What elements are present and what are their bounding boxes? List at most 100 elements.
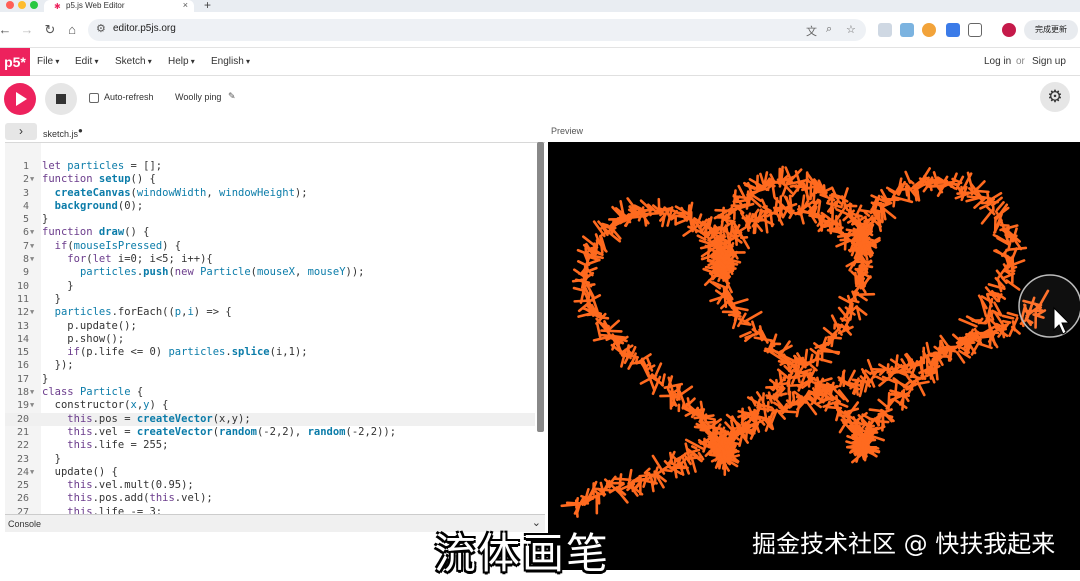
particle-stroke bbox=[909, 385, 915, 386]
settings-gear-icon[interactable]: ⚙ bbox=[1040, 82, 1070, 112]
signup-link[interactable]: Sign up bbox=[1032, 56, 1066, 67]
reload-icon[interactable]: ↻ bbox=[41, 21, 59, 39]
translate-icon[interactable]: 文 bbox=[806, 23, 817, 39]
code-line[interactable]: 10 } bbox=[5, 280, 535, 293]
code-line[interactable]: 5} bbox=[5, 213, 535, 226]
close-tab-icon[interactable]: × bbox=[183, 0, 188, 11]
site-info-icon[interactable]: ⚙ bbox=[96, 22, 106, 35]
code-line[interactable]: 17} bbox=[5, 373, 535, 386]
particle-stroke bbox=[865, 450, 866, 461]
code-text: class Particle { bbox=[42, 386, 143, 399]
extension-icon[interactable] bbox=[878, 23, 892, 37]
code-line[interactable]: 16 }); bbox=[5, 359, 535, 372]
code-text: createCanvas(windowWidth, windowHeight); bbox=[42, 187, 308, 200]
menu-sketch[interactable]: Sketch bbox=[115, 56, 152, 67]
particle-stroke bbox=[708, 260, 713, 261]
particle-stroke bbox=[600, 226, 608, 229]
particle-stroke bbox=[881, 204, 883, 221]
profile-avatar-icon[interactable] bbox=[1002, 23, 1016, 37]
extensions-puzzle-icon[interactable] bbox=[968, 23, 982, 37]
editor-scrollbar[interactable] bbox=[537, 142, 544, 432]
particle-stroke bbox=[945, 183, 958, 185]
code-line[interactable]: 20 this.pos = createVector(x,y); bbox=[5, 413, 535, 426]
code-line[interactable]: 21 this.vel = createVector(random(-2,2),… bbox=[5, 426, 535, 439]
zoom-icon[interactable]: ⌕ bbox=[826, 23, 832, 36]
stop-button[interactable] bbox=[45, 83, 77, 115]
close-window-icon[interactable] bbox=[6, 1, 14, 9]
sketch-name[interactable]: Woolly ping bbox=[175, 92, 221, 102]
extension-icon[interactable] bbox=[922, 23, 936, 37]
minimize-window-icon[interactable] bbox=[18, 1, 26, 9]
code-line[interactable]: 14 p.show(); bbox=[5, 333, 535, 346]
line-number: 26 bbox=[5, 492, 29, 505]
code-line[interactable]: 19▼ constructor(x,y) { bbox=[5, 399, 535, 412]
code-line[interactable]: 15 if(p.life <= 0) particles.splice(i,1)… bbox=[5, 346, 535, 359]
fold-arrow-icon[interactable]: ▼ bbox=[30, 399, 34, 412]
preview-canvas[interactable] bbox=[548, 142, 1080, 570]
code-line[interactable]: 8▼ for(let i=0; i<5; i++){ bbox=[5, 253, 535, 266]
line-number: 8 bbox=[5, 253, 29, 266]
code-line[interactable]: 25 this.vel.mult(0.95); bbox=[5, 479, 535, 492]
fold-arrow-icon[interactable]: ▼ bbox=[30, 466, 34, 479]
play-button[interactable] bbox=[4, 83, 36, 115]
extension-icon[interactable] bbox=[900, 23, 914, 37]
code-line[interactable]: 24▼ update() { bbox=[5, 466, 535, 479]
bookmark-star-icon[interactable]: ☆ bbox=[846, 23, 856, 36]
p5-logo[interactable]: p5* bbox=[0, 48, 30, 76]
login-link[interactable]: Log in bbox=[984, 56, 1011, 67]
extension-icon[interactable] bbox=[946, 23, 960, 37]
home-icon[interactable]: ⌂ bbox=[63, 21, 81, 39]
back-icon[interactable]: ← bbox=[0, 21, 14, 39]
code-editor[interactable]: 1let particles = [];2▼function setup() {… bbox=[5, 142, 545, 514]
forward-icon[interactable]: → bbox=[18, 21, 36, 39]
code-line[interactable]: 26 this.pos.add(this.vel); bbox=[5, 492, 535, 505]
browser-tab[interactable]: ✱ p5.js Web Editor × bbox=[44, 0, 194, 12]
particle-stroke bbox=[832, 338, 833, 346]
code-line[interactable]: 9 particles.push(new Particle(mouseX, mo… bbox=[5, 266, 535, 279]
code-line[interactable]: 1let particles = []; bbox=[5, 160, 535, 173]
edit-pencil-icon[interactable]: ✎ bbox=[228, 91, 236, 102]
menu-file[interactable]: File bbox=[37, 56, 59, 67]
particle-stroke bbox=[599, 317, 608, 318]
maximize-window-icon[interactable] bbox=[30, 1, 38, 9]
particle-stroke bbox=[837, 241, 849, 246]
code-line[interactable]: 18▼class Particle { bbox=[5, 386, 535, 399]
fold-arrow-icon[interactable]: ▼ bbox=[30, 226, 34, 239]
cursor-ring bbox=[1019, 275, 1080, 337]
line-number: 17 bbox=[5, 373, 29, 386]
preview-label: Preview bbox=[551, 126, 583, 136]
file-tab-sketch[interactable]: sketch.js● bbox=[43, 126, 83, 139]
line-number: 7 bbox=[5, 240, 29, 253]
code-line[interactable]: 13 p.update(); bbox=[5, 320, 535, 333]
menu-help[interactable]: Help bbox=[168, 56, 195, 67]
fold-arrow-icon[interactable]: ▼ bbox=[30, 173, 34, 186]
code-line[interactable]: 6▼function draw() { bbox=[5, 226, 535, 239]
sketch-toolbar: Auto-refresh Woolly ping ✎ ⚙ bbox=[0, 77, 1080, 119]
code-line[interactable]: 3 createCanvas(windowWidth, windowHeight… bbox=[5, 187, 535, 200]
fold-arrow-icon[interactable]: ▼ bbox=[30, 306, 34, 319]
video-title-caption: 流体画笔 bbox=[434, 520, 610, 581]
auto-refresh-checkbox[interactable] bbox=[89, 93, 99, 103]
new-tab-icon[interactable]: + bbox=[204, 0, 211, 12]
code-line[interactable]: 22 this.life = 255; bbox=[5, 439, 535, 452]
url-text: editor.p5js.org bbox=[113, 23, 176, 34]
line-number: 24 bbox=[5, 466, 29, 479]
menu-edit[interactable]: Edit bbox=[75, 56, 98, 67]
particle-stroke bbox=[721, 429, 722, 445]
particle-stroke bbox=[763, 393, 764, 402]
code-line[interactable]: 7▼ if(mouseIsPressed) { bbox=[5, 240, 535, 253]
code-line[interactable]: 2▼function setup() { bbox=[5, 173, 535, 186]
code-line[interactable]: 23 } bbox=[5, 453, 535, 466]
code-line[interactable]: 11 } bbox=[5, 293, 535, 306]
sidebar-toggle-chevron-icon[interactable]: › bbox=[5, 123, 37, 140]
address-bar[interactable]: ⚙ editor.p5js.org 文 ⌕ ☆ bbox=[88, 19, 866, 41]
fold-arrow-icon[interactable]: ▼ bbox=[30, 240, 34, 253]
code-line[interactable]: 4 background(0); bbox=[5, 200, 535, 213]
code-line[interactable]: 12▼ particles.forEach((p,i) => { bbox=[5, 306, 535, 319]
menu-language[interactable]: English bbox=[211, 56, 250, 67]
fold-arrow-icon[interactable]: ▼ bbox=[30, 253, 34, 266]
fold-arrow-icon[interactable]: ▼ bbox=[30, 386, 34, 399]
code-line[interactable]: 27 this.life -= 3; bbox=[5, 506, 535, 514]
update-chrome-button[interactable]: 完成更新 bbox=[1024, 20, 1078, 40]
line-number: 3 bbox=[5, 187, 29, 200]
